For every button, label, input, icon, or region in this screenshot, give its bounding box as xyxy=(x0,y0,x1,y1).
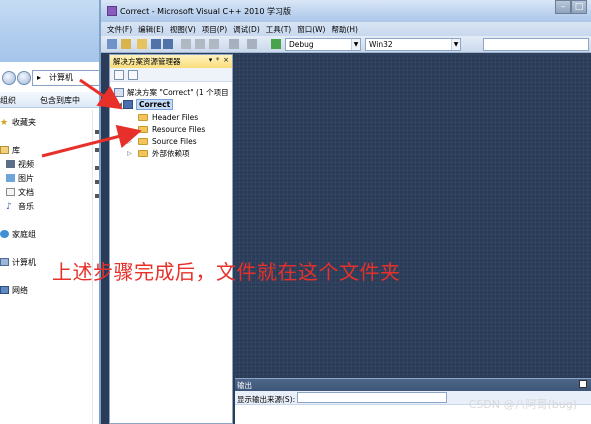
watermark: CSDN @八阿哥(bug) xyxy=(468,398,577,411)
annotation-arrows xyxy=(41,78,142,158)
arrow-to-folder xyxy=(41,124,142,158)
annotation-text: 上述步骤完成后，文件就在这个文件夹 xyxy=(52,260,401,284)
arrow-to-project xyxy=(79,78,123,110)
